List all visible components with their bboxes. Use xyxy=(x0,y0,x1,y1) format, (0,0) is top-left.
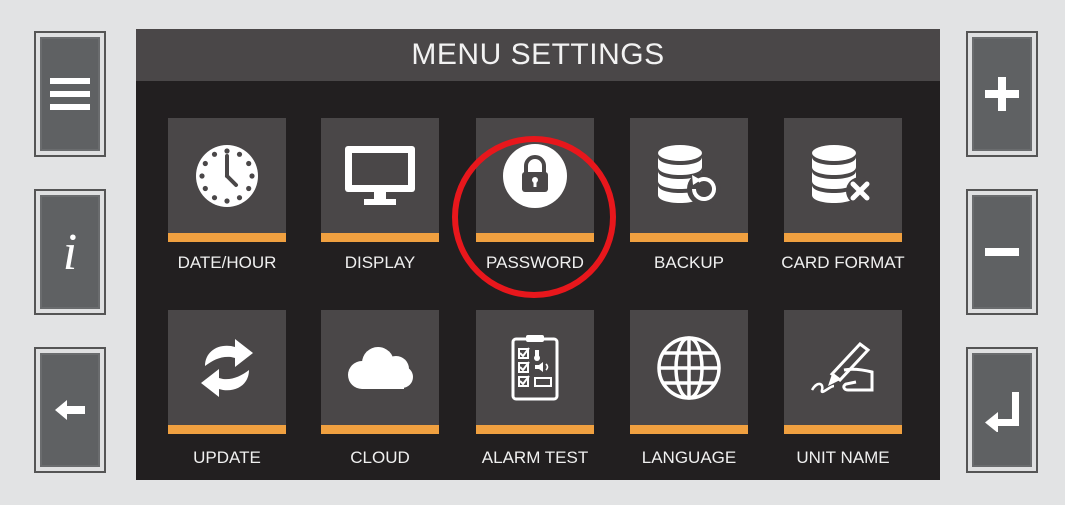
plus-icon xyxy=(985,77,1019,111)
tile-display[interactable] xyxy=(321,118,439,242)
tile-accent-bar xyxy=(168,425,286,434)
tile-cloud[interactable] xyxy=(321,310,439,434)
database-restore-icon xyxy=(658,144,721,206)
hamburger-menu-icon xyxy=(50,78,90,110)
arrow-left-icon xyxy=(55,400,85,420)
back-button[interactable] xyxy=(34,347,106,473)
tile-label-date-hour: DATE/HOUR xyxy=(177,253,277,272)
tile-date-hour[interactable] xyxy=(168,118,286,242)
enter-button[interactable] xyxy=(966,347,1038,473)
signature-pen-icon xyxy=(810,341,874,393)
tile-label-unit-name: UNIT NAME xyxy=(796,448,890,467)
database-delete-icon xyxy=(812,144,874,205)
tile-accent-bar xyxy=(476,425,594,434)
tile-label-language: LANGUAGE xyxy=(641,448,737,467)
password-highlight-ring xyxy=(452,136,616,298)
tile-accent-bar xyxy=(321,425,439,434)
menu-button[interactable] xyxy=(34,31,106,157)
minus-icon xyxy=(985,248,1019,256)
plus-button[interactable] xyxy=(966,31,1038,157)
globe-icon xyxy=(657,335,721,400)
clock-icon xyxy=(196,144,258,207)
cloud-icon xyxy=(348,346,413,389)
tile-alarm-test[interactable] xyxy=(476,310,594,434)
tile-language[interactable] xyxy=(630,310,748,434)
tile-accent-bar xyxy=(168,233,286,242)
info-icon: i xyxy=(62,223,78,281)
sync-arrows-icon xyxy=(201,338,253,397)
info-button[interactable]: i xyxy=(34,189,106,315)
tile-label-card-format: CARD FORMAT xyxy=(781,253,905,272)
tile-accent-bar xyxy=(784,233,902,242)
tile-accent-bar xyxy=(784,425,902,434)
tile-accent-bar xyxy=(630,233,748,242)
tile-accent-bar xyxy=(630,425,748,434)
minus-button[interactable] xyxy=(966,189,1038,315)
tile-label-backup: BACKUP xyxy=(654,253,724,272)
tile-accent-bar xyxy=(321,233,439,242)
checklist-icon xyxy=(511,334,559,400)
screen-title: MENU SETTINGS xyxy=(411,38,665,71)
tile-label-display: DISPLAY xyxy=(344,253,416,272)
title-bar: MENU SETTINGS xyxy=(136,29,940,81)
monitor-icon xyxy=(345,145,415,205)
tile-card-format[interactable] xyxy=(784,118,902,242)
tile-unit-name[interactable] xyxy=(784,310,902,434)
tile-backup[interactable] xyxy=(630,118,748,242)
tile-label-update: UPDATE xyxy=(193,448,261,467)
enter-return-icon xyxy=(985,392,1019,432)
tile-label-alarm-test: ALARM TEST xyxy=(481,448,589,467)
tile-label-cloud: CLOUD xyxy=(350,448,410,467)
tile-update[interactable] xyxy=(168,310,286,434)
